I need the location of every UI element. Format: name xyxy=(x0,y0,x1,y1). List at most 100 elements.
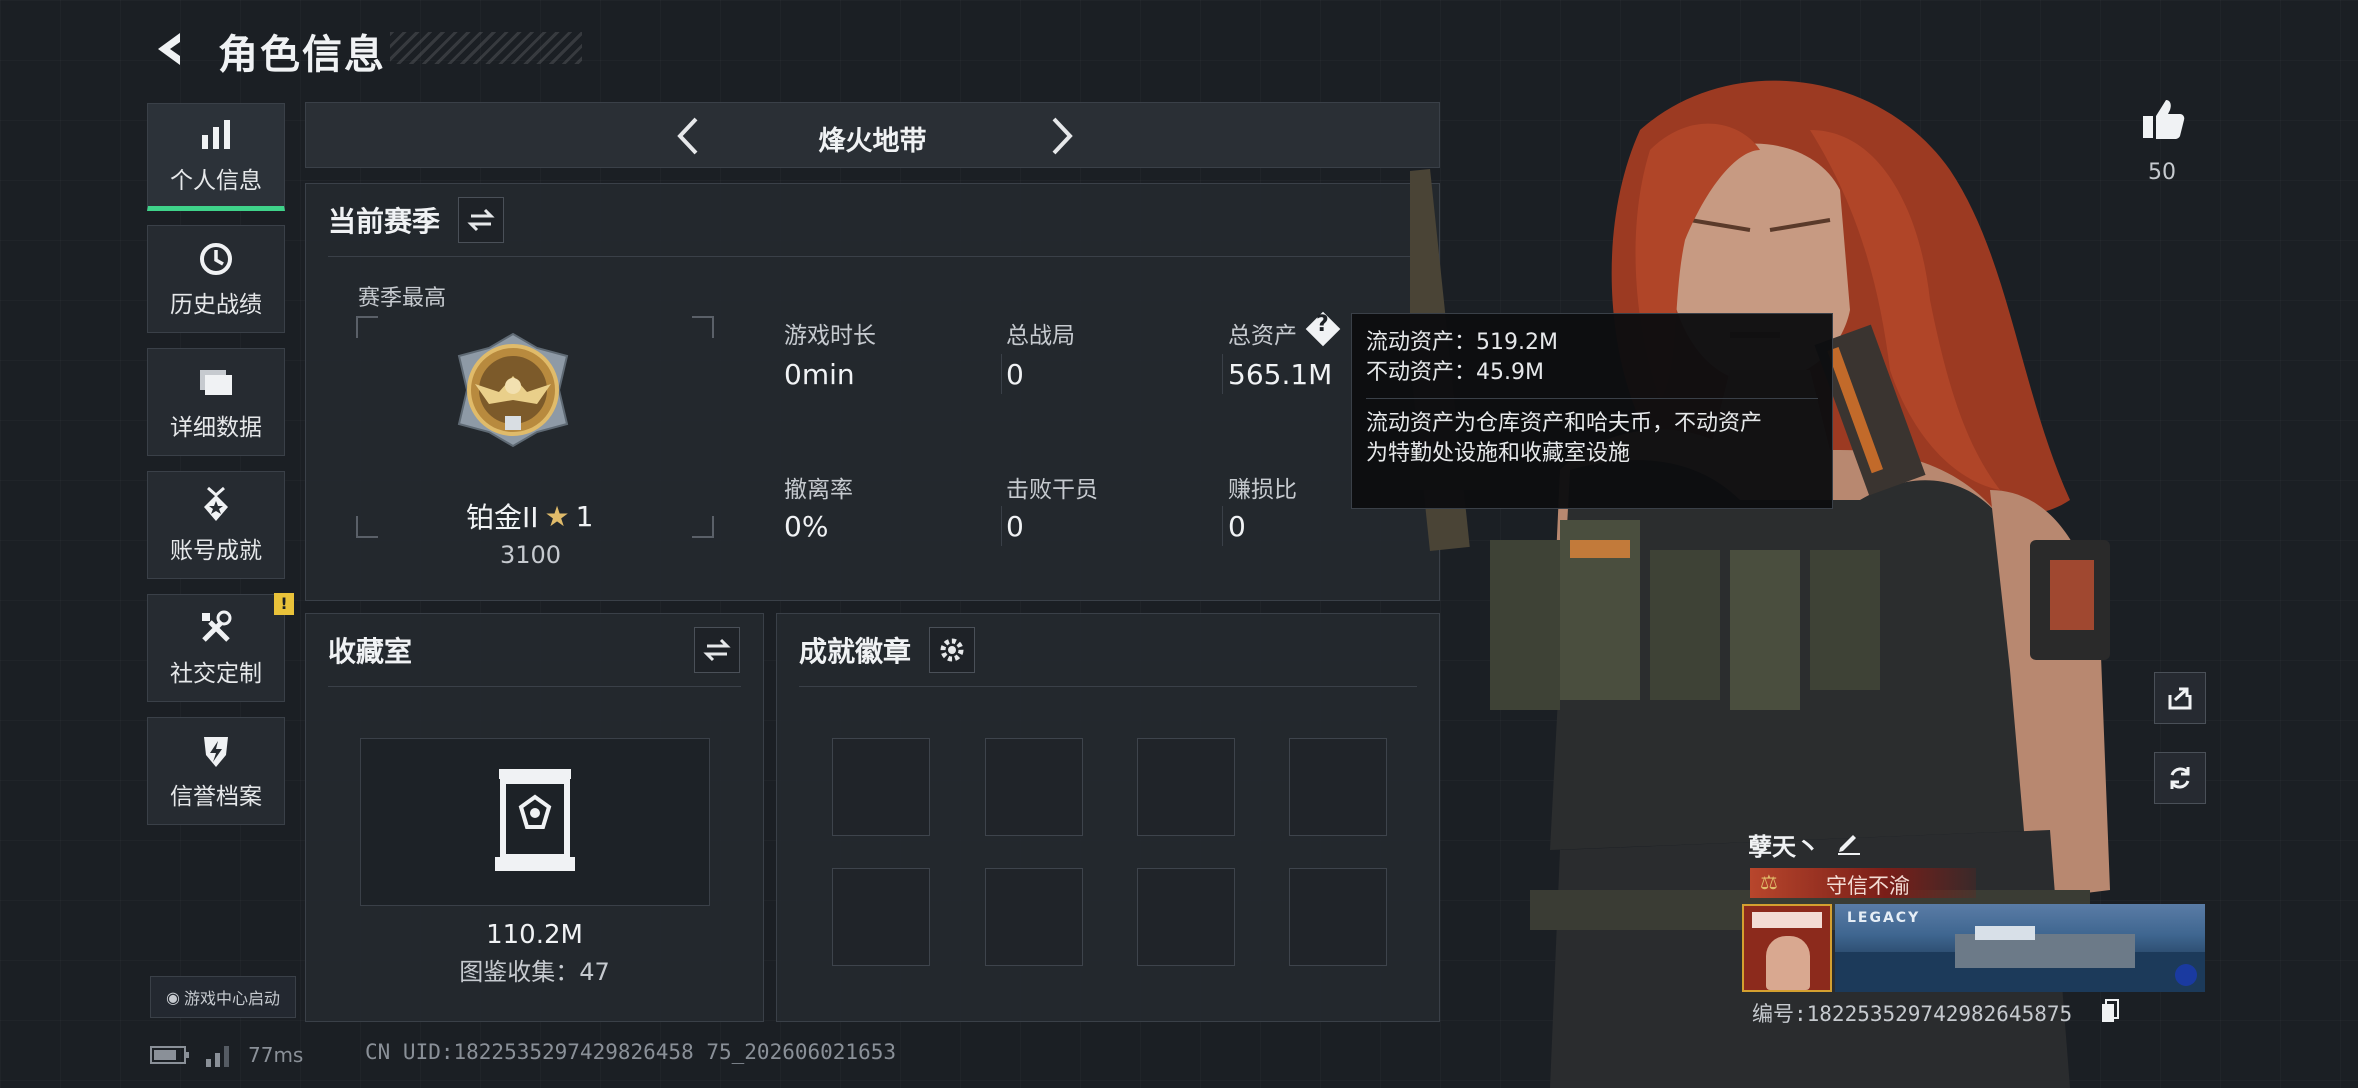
swap-icon xyxy=(467,208,495,232)
player-name: 孽天丶 xyxy=(1748,833,1820,861)
badge-slot[interactable] xyxy=(1289,738,1387,836)
badge-slot[interactable] xyxy=(1289,868,1387,966)
like-count: 50 xyxy=(2148,160,2176,185)
fixed-assets: 不动资产：45.9M xyxy=(1366,360,1544,385)
sidebar-item-achievements[interactable]: 账号成就 xyxy=(147,471,285,579)
thumbs-up-icon[interactable] xyxy=(2140,96,2186,142)
reputation-label: 守信不渝 xyxy=(1826,874,1910,898)
next-mode-arrow-icon[interactable] xyxy=(1036,113,1082,159)
stat-label-total-matches: 总战局 xyxy=(1006,323,1075,349)
scale-icon: ⚖ xyxy=(1760,870,1778,894)
collection-panel: 收藏室 110.2M 图鉴收集：47 xyxy=(305,613,764,1022)
card-banner-text: LEGACY xyxy=(1847,910,1921,926)
sidebar-item-label: 个人信息 xyxy=(170,168,262,194)
share-button[interactable] xyxy=(2154,672,2206,724)
bar-chart-icon xyxy=(202,120,230,149)
divider xyxy=(328,686,741,687)
stat-label-kills: 击败干员 xyxy=(1006,477,1098,503)
history-icon xyxy=(200,243,232,275)
badge-slot[interactable] xyxy=(1137,868,1235,966)
display-case-icon xyxy=(495,769,575,871)
swap-icon xyxy=(703,638,731,662)
page-title: 角色信息 xyxy=(218,32,386,78)
sidebar-item-detailed-data[interactable]: 详细数据 xyxy=(147,348,285,456)
rank-name: 铂金II xyxy=(466,501,539,534)
sidebar-item-label: 社交定制 xyxy=(170,661,262,687)
badge-slot[interactable] xyxy=(1137,738,1235,836)
sidebar-item-label: 详细数据 xyxy=(170,415,262,441)
sidebar-item-label: 信誉档案 xyxy=(170,784,262,810)
sidebar-item-credit[interactable]: 信誉档案 xyxy=(147,717,285,825)
ping-value: 77ms xyxy=(248,1043,304,1067)
player-card-banner[interactable]: LEGACY xyxy=(1835,904,2205,992)
battery-icon xyxy=(150,1046,189,1064)
liquid-assets: 流动资产：519.2M xyxy=(1366,330,1558,355)
stat-value-kills: 0 xyxy=(1006,510,1024,543)
rank-stars: 1 xyxy=(575,499,594,533)
sidebar-item-history[interactable]: 历史战绩 xyxy=(147,225,285,333)
signal-icon xyxy=(206,1046,229,1067)
achievement-badges-panel: 成就徽章 xyxy=(776,613,1440,1022)
sidebar-item-social[interactable]: 社交定制 ! xyxy=(147,593,294,702)
uid-text: CN UID:1822535297429826458 75_2026060216… xyxy=(365,1040,897,1064)
player-id: 编号:1822535297429826458​75 xyxy=(1752,1002,2073,1026)
notification-badge: ! xyxy=(274,593,294,615)
badge-slot[interactable] xyxy=(985,738,1083,836)
back-arrow-icon[interactable] xyxy=(150,28,192,70)
game-center-icon: ◉ xyxy=(166,987,180,1007)
gear-icon xyxy=(940,638,964,662)
season-switch-button[interactable] xyxy=(458,197,504,243)
mode-title: 烽火地带 xyxy=(818,126,927,157)
stat-label-playtime: 游戏时长 xyxy=(784,323,876,349)
mode-selector: 烽火地带 xyxy=(305,102,1440,168)
rank-points: 3100 xyxy=(500,541,562,569)
achievement-icon xyxy=(204,486,228,521)
rank-medal-icon xyxy=(457,332,569,448)
stat-value-total-assets: 565.1M xyxy=(1228,358,1333,391)
stat-label-profit-ratio: 赚损比 xyxy=(1228,477,1297,503)
folder-icon xyxy=(200,370,232,395)
rank-name-row: 铂金II ★ 1 xyxy=(466,496,593,536)
stat-value-playtime: 0min xyxy=(784,358,855,391)
divider xyxy=(1366,398,1818,399)
sidebar-item-label: 历史战绩 xyxy=(170,292,262,318)
collection-preview[interactable] xyxy=(360,738,710,906)
tools-icon xyxy=(202,610,232,642)
badge-slot[interactable] xyxy=(832,738,930,836)
sidebar-item-personal-info[interactable]: 个人信息 xyxy=(147,103,285,211)
launch-label: 游戏中心启动 xyxy=(183,989,280,1008)
reputation-bar: ⚖ 守信不渝 xyxy=(1750,868,1976,898)
tooltip-description-1: 流动资产为仓库资产和哈夫币，不动资产 xyxy=(1366,411,1763,436)
divider xyxy=(328,256,1417,257)
collection-switch-button[interactable] xyxy=(694,627,740,673)
stat-value-total-matches: 0 xyxy=(1006,358,1024,391)
refresh-button[interactable] xyxy=(2154,752,2206,804)
collection-count: 图鉴收集：47 xyxy=(459,958,610,986)
season-best-label: 赛季最高 xyxy=(358,286,447,311)
avatar[interactable] xyxy=(1742,904,1832,992)
badges-settings-button[interactable] xyxy=(929,627,975,673)
status-bar: 77ms xyxy=(150,1040,303,1070)
star-icon: ★ xyxy=(544,499,570,533)
share-icon xyxy=(2168,687,2192,710)
badge-slot[interactable] xyxy=(832,868,930,966)
collection-title: 收藏室 xyxy=(328,635,413,668)
stat-value-profit-ratio: 0 xyxy=(1228,510,1246,543)
sidebar-item-label: 账号成就 xyxy=(170,538,262,564)
collection-value: 110.2M xyxy=(486,920,583,950)
refresh-icon xyxy=(2170,767,2190,789)
title-decoration xyxy=(390,32,582,64)
shield-icon xyxy=(204,737,228,767)
current-season-panel: 当前赛季 赛季最高 铂金II ★ 1 3100 游戏时长 0min 总战局 0 … xyxy=(305,183,1440,601)
copy-icon[interactable] xyxy=(2100,998,2120,1024)
assets-tooltip: 流动资产：519.2M 不动资产：45.9M 流动资产为仓库资产和哈夫币，不动资… xyxy=(1351,313,1833,509)
edit-icon[interactable] xyxy=(1834,828,1862,856)
game-center-launch-button[interactable]: ◉ 游戏中心启动 xyxy=(150,976,296,1018)
help-icon: ? xyxy=(1316,312,1329,337)
stat-label-extract-rate: 撤离率 xyxy=(784,477,853,503)
tooltip-description-2: 为特勤处设施和收藏室设施 xyxy=(1366,441,1631,466)
divider xyxy=(799,686,1417,687)
card-corner-icon xyxy=(2175,964,2197,986)
badge-slot[interactable] xyxy=(985,868,1083,966)
stat-label-total-assets: 总资产 xyxy=(1228,323,1297,349)
